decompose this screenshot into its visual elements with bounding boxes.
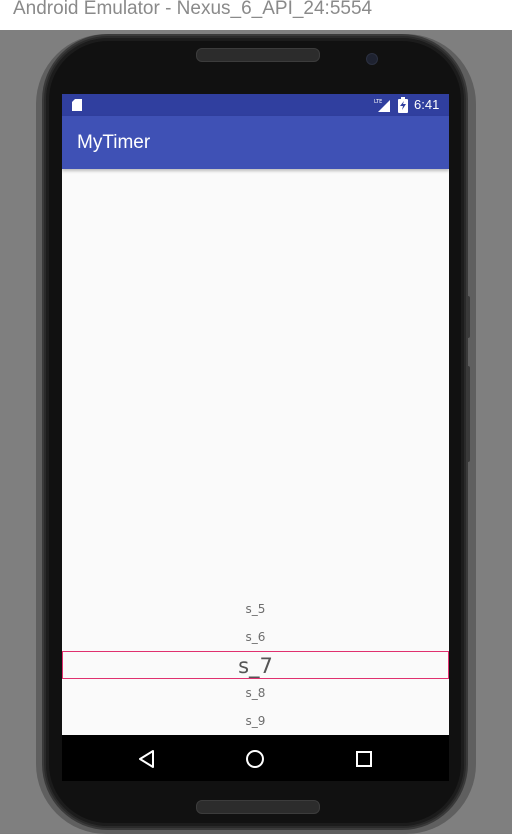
picker-selected-item[interactable]: s_7 [62,651,449,679]
lte-signal-icon: LTE [374,99,390,112]
recents-icon[interactable] [352,747,376,771]
navigation-bar [62,735,449,781]
app-title: MyTimer [77,132,151,153]
window-title: Android Emulator - Nexus_6_API_24:5554 [13,0,373,19]
bottom-speaker [196,800,320,814]
device-screen: LTE 6:41 MyTimer s_5 s_6 s_7 s_8 s_9 [62,94,449,735]
picker-selected-label: s_7 [238,654,273,678]
home-icon[interactable] [243,747,267,771]
app-toolbar: MyTimer [62,116,449,169]
emulator-window-titlebar: Android Emulator - Nexus_6_API_24:5554 [0,0,512,30]
picker-item[interactable]: s_8 [62,686,449,700]
top-speaker [196,48,320,62]
front-camera [366,53,378,65]
battery-charging-icon [398,97,408,113]
picker-item[interactable]: s_9 [62,714,449,728]
status-time: 6:41 [414,97,440,112]
power-button[interactable] [466,296,470,338]
status-bar: LTE 6:41 [62,94,449,116]
sd-card-icon [72,99,82,111]
picker-item[interactable]: s_6 [62,630,449,644]
back-icon[interactable] [135,747,159,771]
volume-button[interactable] [466,366,470,462]
number-picker[interactable]: s_5 s_6 s_7 s_8 s_9 [62,594,449,735]
picker-item[interactable]: s_5 [62,602,449,616]
svg-text:LTE: LTE [374,99,382,105]
